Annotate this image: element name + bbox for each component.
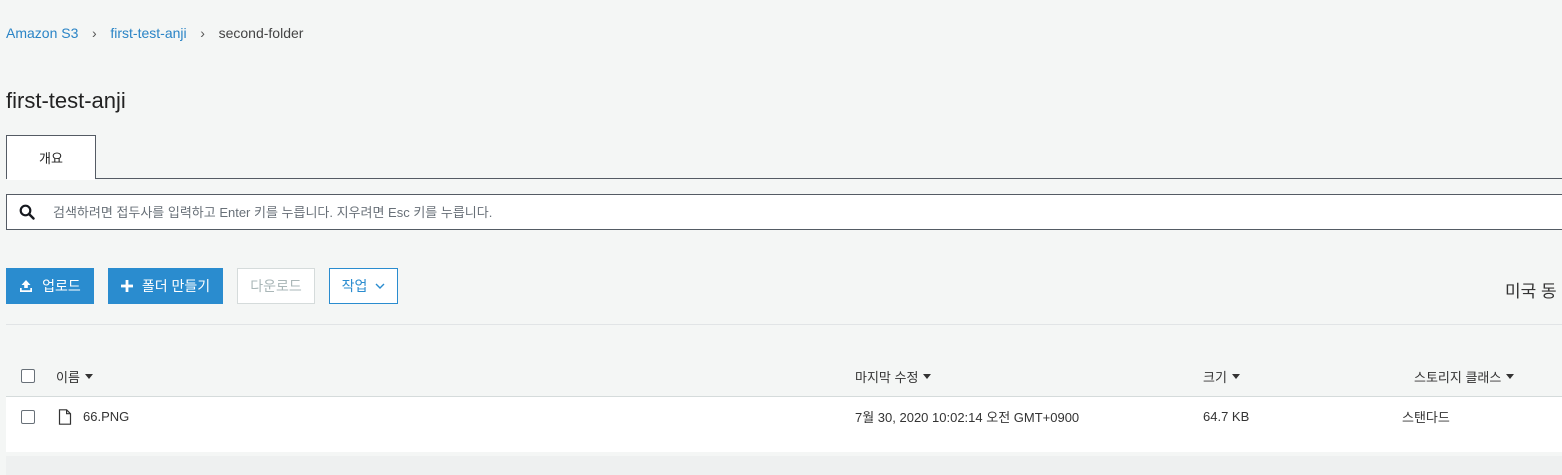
- actions-dropdown[interactable]: 작업: [329, 268, 398, 304]
- actions-label: 작업: [341, 278, 368, 294]
- breadcrumb-amazon-s3[interactable]: Amazon S3: [6, 25, 78, 41]
- table-header: 이름 마지막 수정 크기 스토리지 클래스: [6, 356, 1562, 397]
- column-header-last-modified-label: 마지막 수정: [855, 369, 919, 385]
- column-header-last-modified[interactable]: 마지막 수정: [855, 356, 932, 396]
- chevron-right-icon: ›: [200, 25, 205, 41]
- sort-down-icon: [1231, 373, 1240, 379]
- tab-overview-label: 개요: [39, 151, 63, 166]
- row-size: 64.7 KB: [1203, 409, 1250, 424]
- row-last-modified: 7월 30, 2020 10:02:14 오전 GMT+0900: [855, 410, 1080, 425]
- search-icon: [19, 204, 35, 220]
- table-toolbar: [6, 324, 1562, 354]
- page-title: first-test-anji: [6, 88, 126, 113]
- chevron-down-icon: [375, 283, 385, 289]
- column-header-name[interactable]: 이름: [56, 356, 93, 396]
- breadcrumb: Amazon S3 › first-test-anji › second-fol…: [6, 25, 303, 41]
- column-header-size-label: 크기: [1203, 369, 1227, 385]
- plus-icon: [120, 280, 133, 292]
- search-input[interactable]: [51, 203, 1562, 221]
- select-all-checkbox[interactable]: [21, 369, 35, 383]
- create-folder-button[interactable]: 폴더 만들기: [108, 268, 223, 304]
- create-folder-label: 폴더 만들기: [141, 278, 211, 294]
- chevron-right-icon: ›: [92, 25, 97, 41]
- column-header-storage-class[interactable]: 스토리지 클래스: [1414, 356, 1515, 396]
- download-label: 다운로드: [250, 278, 302, 294]
- search-bar: [6, 194, 1562, 230]
- column-header-storage-class-label: 스토리지 클래스: [1414, 369, 1502, 385]
- row-checkbox-cell: [21, 397, 35, 436]
- upload-icon: [19, 279, 33, 293]
- upload-label: 업로드: [42, 278, 81, 294]
- row-checkbox[interactable]: [21, 409, 35, 424]
- download-button[interactable]: 다운로드: [237, 268, 315, 304]
- tab-divider: [6, 178, 1562, 179]
- sort-down-icon: [1506, 373, 1515, 379]
- table-footer: [6, 456, 1562, 475]
- tab-overview[interactable]: 개요: [6, 135, 96, 180]
- upload-button[interactable]: 업로드: [6, 268, 94, 304]
- column-header-size[interactable]: 크기: [1203, 356, 1240, 396]
- row-storage-class: 스탠다드: [1402, 410, 1450, 425]
- sort-down-icon: [923, 373, 932, 379]
- objects-table: 이름 마지막 수정 크기 스토리지 클래스 66.PNG 7월 30, 2020…: [6, 356, 1562, 452]
- breadcrumb-bucket[interactable]: first-test-anji: [110, 25, 186, 41]
- breadcrumb-current: second-folder: [218, 25, 304, 41]
- select-all-checkbox-cell: [21, 356, 35, 396]
- file-name-link[interactable]: 66.PNG: [83, 409, 129, 424]
- row-name-cell: 66.PNG: [58, 397, 129, 436]
- region-label: 미국 동: [1505, 282, 1557, 301]
- table-row[interactable]: 66.PNG 7월 30, 2020 10:02:14 오전 GMT+0900 …: [6, 397, 1562, 436]
- file-icon: [58, 408, 72, 425]
- sort-down-icon: [84, 373, 93, 379]
- column-header-name-label: 이름: [56, 369, 80, 385]
